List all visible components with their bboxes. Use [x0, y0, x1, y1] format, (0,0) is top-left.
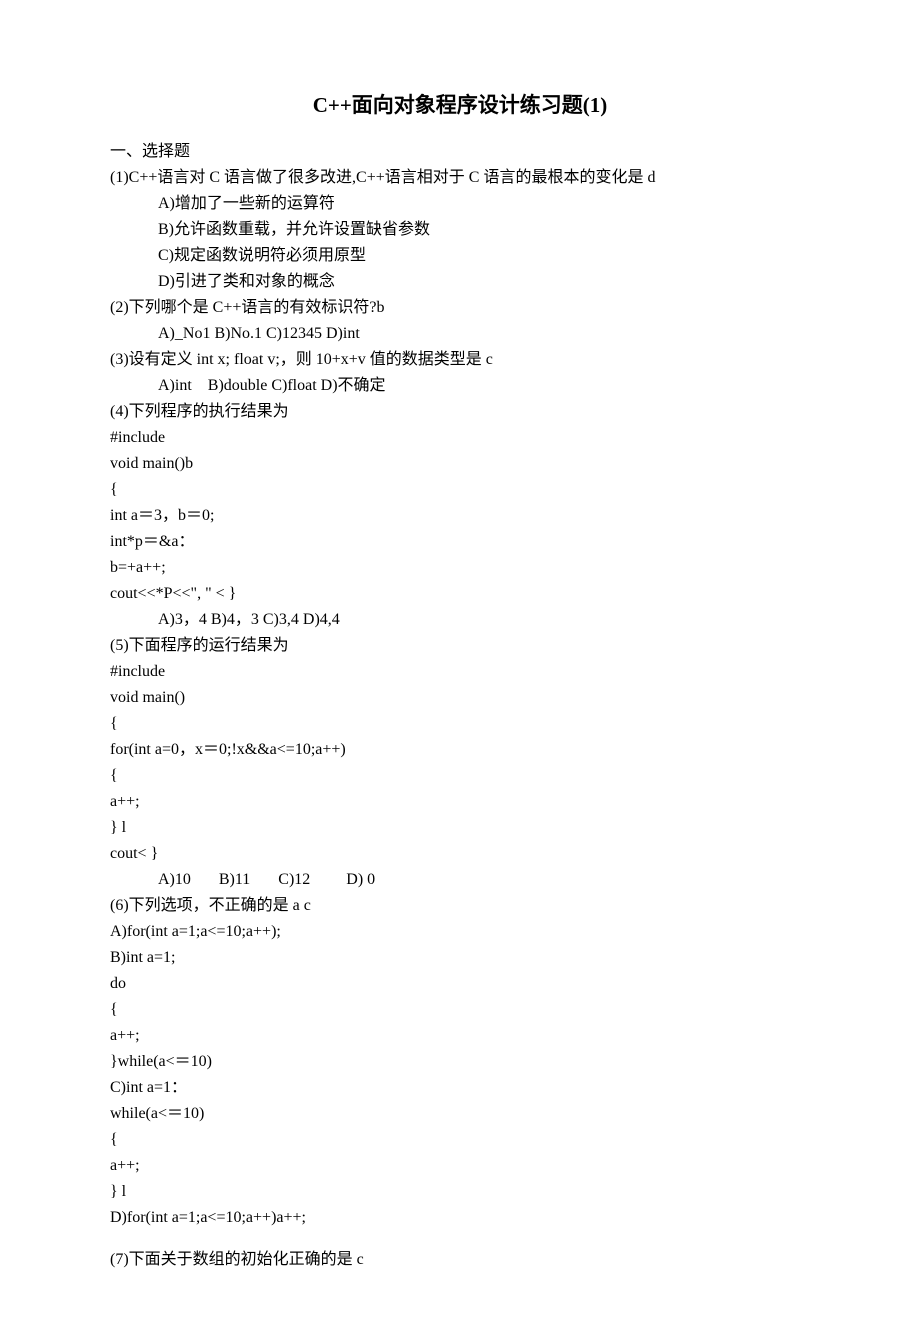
q5-code-line: { [110, 764, 810, 788]
q4-code-line: b=+a++; [110, 556, 810, 580]
q4-code-line: #include [110, 426, 810, 450]
q5-code-line: for(int a=0，x＝0;!x&&a<=10;a++) [110, 738, 810, 762]
q6-option-c-line: { [110, 1128, 810, 1152]
q6-option-b-line: do [110, 972, 810, 996]
q5-code-line: #include [110, 660, 810, 684]
q4-code-line: int a＝3，b＝0; [110, 504, 810, 528]
q4-code-line: int*p＝&a： [110, 530, 810, 554]
q5-code-line: { [110, 712, 810, 736]
section-heading: 一、选择题 [110, 140, 810, 164]
q6-stem: (6)下列选项，不正确的是 a c [110, 894, 810, 918]
q5-options: A)10 B)11 C)12 D) 0 [110, 868, 810, 892]
q1-option-d: D)引进了类和对象的概念 [110, 270, 810, 294]
q6-option-b-line: { [110, 998, 810, 1022]
q1-option-b: B)允许函数重载，并允许设置缺省参数 [110, 218, 810, 242]
q6-option-a: A)for(int a=1;a<=10;a++); [110, 920, 810, 944]
q6-option-c-line: while(a<＝10) [110, 1102, 810, 1126]
page-title: C++面向对象程序设计练习题(1) [110, 90, 810, 122]
q1-option-a: A)增加了一些新的运算符 [110, 192, 810, 216]
q5-stem: (5)下面程序的运行结果为 [110, 634, 810, 658]
q3-options: A)int B)double C)float D)不确定 [110, 374, 810, 398]
q4-code-line: void main()b [110, 452, 810, 476]
q4-code-line: cout<<*P<<", " < } [110, 582, 810, 606]
q3-stem: (3)设有定义 int x; float v;，则 10+x+v 值的数据类型是… [110, 348, 810, 372]
q2-options: A)_No1 B)No.1 C)12345 D)int [110, 322, 810, 346]
q6-option-c-line: a++; [110, 1154, 810, 1178]
q5-code-line: cout< } [110, 842, 810, 866]
q5-code-line: a++; [110, 790, 810, 814]
q1-option-c: C)规定函数说明符必须用原型 [110, 244, 810, 268]
q6-option-b-line: }while(a<＝10) [110, 1050, 810, 1074]
q6-option-c-line: } l [110, 1180, 810, 1204]
q4-options: A)3，4 B)4，3 C)3,4 D)4,4 [110, 608, 810, 632]
q5-code-line: void main() [110, 686, 810, 710]
q1-stem: (1)C++语言对 C 语言做了很多改进,C++语言相对于 C 语言的最根本的变… [110, 166, 810, 190]
q2-stem: (2)下列哪个是 C++语言的有效标识符?b [110, 296, 810, 320]
q6-option-c-line: C)int a=1： [110, 1076, 810, 1100]
q6-option-b-line: a++; [110, 1024, 810, 1048]
q7-stem: (7)下面关于数组的初始化正确的是 c [110, 1248, 810, 1272]
q6-option-d: D)for(int a=1;a<=10;a++)a++; [110, 1206, 810, 1230]
q4-code-line: { [110, 478, 810, 502]
q4-stem: (4)下列程序的执行结果为 [110, 400, 810, 424]
q6-option-b-line: B)int a=1; [110, 946, 810, 970]
q5-code-line: } l [110, 816, 810, 840]
